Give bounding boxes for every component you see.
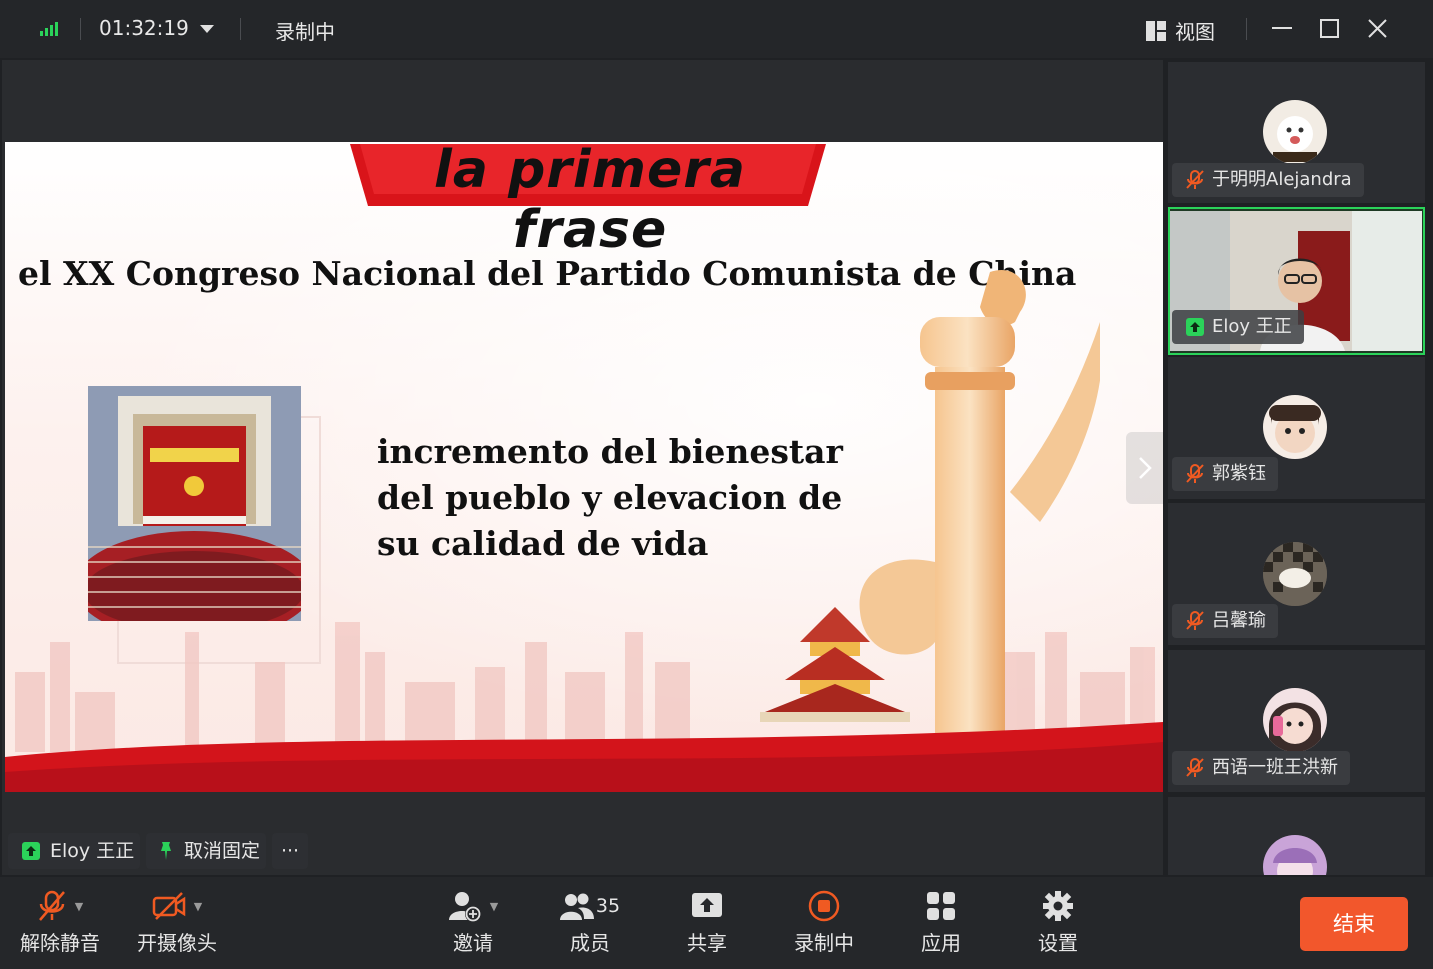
unpin-label: 取消固定 <box>184 840 261 862</box>
participant-name: 吕馨瑜 <box>1212 610 1266 631</box>
participant-name: Eloy 王正 <box>1212 316 1292 337</box>
view-label: 视图 <box>1175 20 1215 44</box>
next-slide-button[interactable] <box>1126 432 1163 504</box>
participant-avatar <box>1263 395 1327 459</box>
minimize-icon[interactable] <box>1272 27 1292 31</box>
participant-name: 于明明Alejandra <box>1212 169 1352 190</box>
active-speaker-tag: Eloy 王正 <box>8 833 140 869</box>
meeting-timer: 01:32:19 <box>99 16 189 40</box>
slide-body-line-2: del pueblo y elevacion de <box>377 478 843 517</box>
timer-dropdown-icon[interactable] <box>200 25 214 34</box>
recording-status: 录制中 <box>275 20 335 44</box>
participant-name-tag: 郭紫钰 <box>1172 457 1278 491</box>
apps-button[interactable]: 应用 <box>896 889 986 956</box>
slide-body-line-3: su calidad de vida <box>377 524 709 563</box>
active-speaker-name: Eloy 王正 <box>50 840 135 862</box>
muted-mic-icon <box>1186 170 1204 189</box>
participant-avatar <box>1263 542 1327 606</box>
start-camera-label: 开摄像头 <box>137 931 217 955</box>
muted-mic-icon <box>1186 758 1204 777</box>
participant-name: 西语一班王洪新 <box>1212 757 1338 778</box>
title-bar: 01:32:19 录制中 视图 <box>0 0 1433 58</box>
participant-name-tag: 西语一班王洪新 <box>1172 751 1350 785</box>
apps-grid-icon <box>927 892 955 920</box>
recording-button[interactable]: 录制中 <box>779 889 869 956</box>
muted-mic-icon <box>1186 464 1204 483</box>
invite-button[interactable]: ▼ 邀请 <box>428 889 518 956</box>
pin-icon <box>161 842 171 860</box>
members-count: 35 <box>595 895 621 917</box>
red-wave-decoration <box>5 722 1163 792</box>
participant-avatar <box>1263 688 1327 752</box>
end-meeting-button[interactable]: 结束 <box>1300 897 1408 951</box>
maximize-icon[interactable] <box>1320 19 1339 38</box>
settings-label: 设置 <box>1038 931 1078 955</box>
chevron-right-icon <box>1138 457 1152 479</box>
muted-mic-icon <box>1186 611 1204 630</box>
participant-avatar <box>1263 100 1327 164</box>
invite-user-icon <box>448 892 481 922</box>
congress-hall-photo <box>88 386 301 621</box>
view-button[interactable]: 视图 <box>1145 16 1215 45</box>
invite-options-caret-icon[interactable]: ▼ <box>490 900 498 913</box>
muted-mic-icon <box>38 890 65 921</box>
share-screen-icon <box>692 893 722 917</box>
share-button[interactable]: 共享 <box>662 889 752 956</box>
record-icon <box>808 890 840 922</box>
share-screen-indicator-icon <box>1186 318 1204 336</box>
view-layout-icon <box>1146 20 1166 41</box>
slide-title: la primera frase <box>434 142 746 260</box>
gear-icon <box>1043 891 1073 921</box>
participant-avatar <box>1263 835 1327 875</box>
recording-label: 录制中 <box>794 931 854 955</box>
camera-off-icon <box>152 892 186 920</box>
members-button[interactable]: 35 成员 <box>545 889 635 956</box>
close-icon[interactable] <box>1368 19 1387 38</box>
apps-label: 应用 <box>921 931 961 955</box>
participant-name-tag: 于明明Alejandra <box>1172 163 1364 197</box>
presentation-slide: la primera frase el XX Congreso Nacional… <box>5 142 1163 792</box>
signal-strength-icon <box>40 22 58 36</box>
camera-options-caret-icon[interactable]: ▼ <box>194 900 202 913</box>
share-screen-indicator-icon <box>22 842 40 860</box>
members-label: 成员 <box>570 931 610 955</box>
members-icon <box>559 893 594 920</box>
slide-body-line-1: incremento del bienestar <box>377 432 843 471</box>
unmute-label: 解除静音 <box>20 931 100 955</box>
more-options-label: ··· <box>280 840 300 862</box>
share-label: 共享 <box>687 931 727 955</box>
settings-button[interactable]: 设置 <box>1013 889 1103 956</box>
mic-options-caret-icon[interactable]: ▼ <box>75 900 83 913</box>
more-options-button[interactable]: ··· <box>272 833 308 869</box>
start-camera-button[interactable]: ▼ 开摄像头 <box>132 889 222 956</box>
participant-name-tag: Eloy 王正 <box>1172 310 1304 344</box>
participant-name-tag: 吕馨瑜 <box>1172 604 1278 638</box>
unmute-button[interactable]: ▼ 解除静音 <box>15 889 105 956</box>
participant-name: 郭紫钰 <box>1212 463 1266 484</box>
unpin-button[interactable]: 取消固定 <box>146 833 266 869</box>
invite-label: 邀请 <box>453 931 493 955</box>
